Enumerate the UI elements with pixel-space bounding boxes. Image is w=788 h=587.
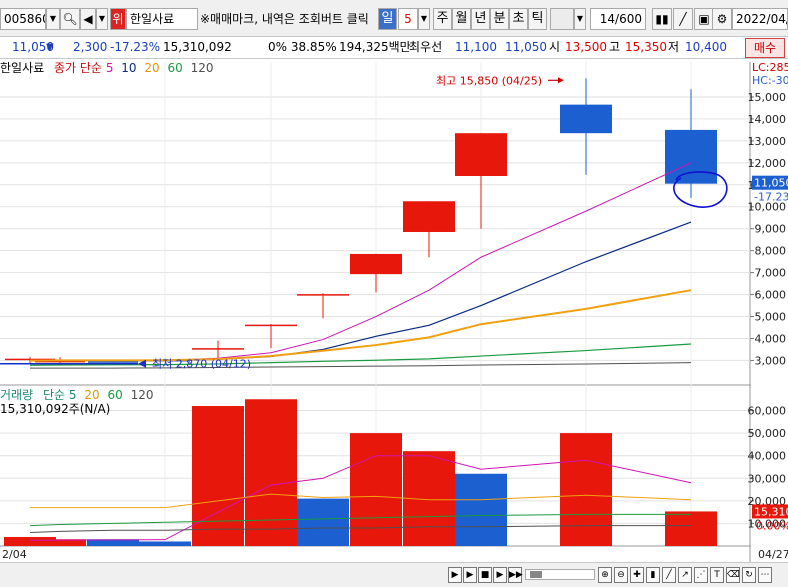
- price-tick-label: 7,000: [755, 267, 787, 280]
- stop-button[interactable]: ■: [478, 567, 492, 583]
- volume-legend-ma20: 20: [84, 388, 100, 402]
- price-tick-label: 3,000: [755, 354, 787, 367]
- trend-icon: ↗: [681, 570, 689, 580]
- refresh-button[interactable]: ↻: [742, 567, 756, 583]
- scrollbar-thumb[interactable]: [530, 571, 542, 578]
- volume-bar: [192, 406, 244, 546]
- price-tick-label: 14,000: [748, 113, 787, 126]
- volume-current: 15,310,092주(N/A): [0, 402, 111, 416]
- current-change-tag: -17.23: [754, 191, 788, 204]
- volume-legend-ma120: 120: [130, 388, 154, 402]
- volume-legend: 거래량 단순 5 20 60 120: [0, 388, 153, 402]
- candle-body: [192, 348, 244, 350]
- candle-body: [350, 253, 402, 275]
- zoom-out-button[interactable]: ⊖: [614, 567, 628, 583]
- more-button[interactable]: ⋯: [758, 567, 772, 583]
- zoom-out-icon: ⊖: [617, 570, 625, 580]
- price-legend-name: 한일사료: [0, 61, 45, 75]
- volume-bar: [297, 498, 349, 546]
- text-icon: T: [714, 570, 720, 580]
- price-legend-ma10: 10: [121, 61, 137, 75]
- play-icon: ▶: [466, 570, 474, 580]
- price-tick-label: 13,000: [748, 135, 787, 148]
- price-tick-label: 6,000: [755, 289, 787, 302]
- price-tick-label: 8,000: [755, 245, 787, 258]
- volume-bar: [139, 541, 191, 546]
- volume-tick-label: 30,000: [748, 472, 787, 485]
- candle-body: [560, 104, 612, 134]
- price-tick-label: 4,000: [755, 332, 787, 345]
- volume-bar: [350, 433, 402, 546]
- fast-forward-icon: ▶▶: [509, 570, 523, 580]
- candle-body: [665, 129, 717, 184]
- volume-legend-ma60: 60: [107, 388, 123, 402]
- volume-pct-tag: 0.00%: [756, 519, 788, 532]
- refresh-icon: ↻: [745, 570, 753, 580]
- fan-icon: ⋰: [696, 570, 706, 580]
- price-ma-line-10: [30, 221, 692, 362]
- crosshair-button[interactable]: ✚: [630, 567, 644, 583]
- trend-tool-button[interactable]: ↗: [678, 567, 692, 583]
- stop-icon: ■: [480, 570, 490, 580]
- current-price-tag: 11,050: [754, 177, 788, 190]
- price-legend-ma60: 60: [167, 61, 183, 75]
- hc-label: HC:-30: [752, 74, 788, 87]
- price-legend-ma5: 5: [105, 61, 114, 75]
- x-axis-start-label: 2/04: [2, 548, 27, 561]
- zoom-in-button[interactable]: ⊕: [598, 567, 612, 583]
- eraser-button[interactable]: ⌫: [726, 567, 740, 583]
- candle-body: [455, 133, 507, 176]
- volume-bar: [665, 511, 717, 546]
- price-tick-label: 12,000: [748, 157, 787, 170]
- bars-icon: ▮: [650, 570, 656, 580]
- volume-legend-ma5: 5: [68, 388, 77, 402]
- zoom-in-icon: ⊕: [601, 570, 609, 580]
- eraser-icon: ⌫: [727, 570, 740, 580]
- chart-navigation-bar: ▶ ▶ ■ ▶ ▶▶ ⊕ ⊖ ✚ ▮ ╱ ↗ ⋰ T ⌫ ↻ ⋯: [0, 562, 788, 587]
- volume-tick-label: 60,000: [748, 405, 787, 418]
- play-icon: ▶: [496, 570, 504, 580]
- scroll-first-button[interactable]: ▶: [448, 567, 462, 583]
- chart-scrollbar[interactable]: [525, 569, 595, 580]
- crosshair-icon: ✚: [633, 570, 641, 580]
- volume-bar: [245, 399, 297, 546]
- high-annotation: 최고 15,850 (04/25): [436, 74, 542, 87]
- volume-bar: [455, 473, 507, 546]
- price-legend: 한일사료 종가 단순 5 10 20 60 120: [0, 61, 214, 75]
- stock-chart[interactable]: 3,0004,0005,0006,0007,0008,0009,00010,00…: [0, 0, 788, 587]
- candle-body: [297, 294, 349, 296]
- price-legend-ma20: 20: [144, 61, 160, 75]
- volume-bar: [560, 433, 612, 546]
- price-legend-ma120: 120: [190, 61, 214, 75]
- price-tick-label: 9,000: [755, 223, 787, 236]
- lc-label: LC:285: [752, 61, 788, 74]
- x-axis-end-label: 04/27: [758, 548, 788, 561]
- chart-type-button[interactable]: ▮: [646, 567, 660, 583]
- volume-legend-prefix: 단순: [42, 388, 66, 402]
- candle-body: [88, 361, 138, 363]
- price-legend-prefix: 종가 단순: [54, 61, 102, 75]
- more-icon: ⋯: [760, 570, 770, 580]
- text-tool-button[interactable]: T: [710, 567, 724, 583]
- fibonacci-button[interactable]: ⋰: [694, 567, 708, 583]
- volume-legend-name: 거래량: [0, 388, 34, 402]
- volume-tick-label: 40,000: [748, 450, 787, 463]
- scroll-next-button[interactable]: ▶: [493, 567, 507, 583]
- price-tick-label: 15,000: [748, 91, 787, 104]
- line-icon: ╱: [666, 570, 672, 580]
- low-annotation: 최저 2,870 (04/12): [152, 358, 251, 371]
- candle-body: [245, 324, 297, 327]
- volume-tick-label: 50,000: [748, 427, 787, 440]
- price-tick-label: 5,000: [755, 311, 787, 324]
- play-icon: ▶: [451, 570, 459, 580]
- line-tool-button[interactable]: ╱: [662, 567, 676, 583]
- candle-body: [403, 201, 455, 232]
- scroll-last-button[interactable]: ▶▶: [508, 567, 523, 583]
- high-arrow-head: [558, 77, 564, 84]
- current-volume-tag: 15,310: [754, 505, 788, 518]
- scroll-prev-button[interactable]: ▶: [463, 567, 477, 583]
